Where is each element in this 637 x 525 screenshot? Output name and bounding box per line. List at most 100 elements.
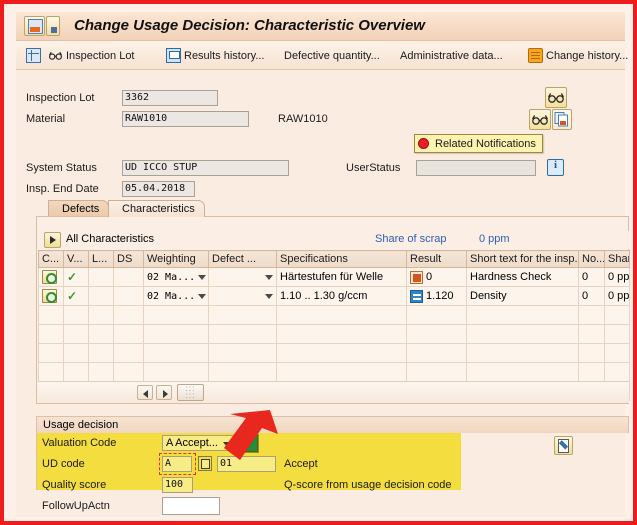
cell-l [88, 286, 114, 306]
chevron-down-icon[interactable] [198, 293, 207, 299]
edit-document-icon[interactable] [554, 436, 573, 455]
share-of-scrap-link[interactable]: Share of scrap [375, 233, 447, 245]
cell-share: 0 ppm [604, 267, 630, 287]
tab-strip: Defects Characteristics [36, 200, 616, 217]
table-row-empty[interactable] [38, 343, 630, 363]
table-row-empty[interactable] [38, 362, 630, 382]
col-defect[interactable]: Defect ... [208, 250, 277, 268]
result-value: 1.120 [426, 290, 454, 302]
toolbar-button-defective-quantity[interactable]: Defective quantity... [284, 46, 380, 65]
cell-short-text: Hardness Check [466, 267, 579, 287]
characteristics-table: C... V... L... DS Weighting Defect ... S… [38, 250, 630, 401]
arrow-left-icon[interactable] [137, 385, 153, 400]
weighting-value: 02 Ma... [147, 290, 196, 302]
col-specifications[interactable]: Specifications [276, 250, 407, 268]
related-notifications-tooltip: Related Notifications [414, 134, 543, 153]
col-no[interactable]: No... [578, 250, 605, 268]
characteristics-panel: All Characteristics Share of scrap 0 ppm… [36, 216, 630, 404]
valuation-ok-icon: ✓ [67, 270, 78, 284]
toolbar-label: Change history... [546, 49, 629, 62]
toolbar-label: Results history... [184, 49, 265, 62]
ud-code-field[interactable]: A [162, 456, 192, 472]
followup-action-label: FollowUpActn [42, 500, 110, 512]
insp-end-date-field[interactable]: 05.04.2018 [122, 181, 195, 197]
view-selector-label[interactable]: All Characteristics [66, 233, 154, 245]
cell-weighting[interactable]: 02 Ma... [143, 267, 209, 287]
inspection-lot-label: Inspection Lot [26, 92, 95, 104]
table-row[interactable]: ✓ 02 Ma... Härtestufen für Welle 0 Hardn… [38, 267, 630, 287]
tab-defects[interactable]: Defects [48, 200, 110, 217]
col-short-text[interactable]: Short text for the insp... [466, 250, 579, 268]
tab-characteristics[interactable]: Characteristics [108, 200, 205, 217]
cell-c[interactable] [38, 267, 64, 287]
notification-dot-icon [418, 138, 429, 149]
title-bar: Change Usage Decision: Characteristic Ov… [16, 12, 625, 41]
cell-v: ✓ [63, 286, 89, 306]
more-options-button[interactable]: :::::: [177, 384, 204, 401]
cell-defect[interactable] [208, 267, 277, 287]
annotation-arrow [224, 410, 278, 460]
scroll-icon [528, 48, 543, 63]
toolbar-button-results-history[interactable]: Results history... [166, 46, 265, 65]
table-row-empty[interactable] [38, 324, 630, 344]
toolbar-label: Defective quantity... [284, 49, 380, 62]
copy-document-button[interactable] [552, 109, 572, 130]
col-c[interactable]: C... [38, 250, 64, 268]
followup-action-field[interactable] [162, 497, 220, 515]
info-icon[interactable] [547, 159, 564, 176]
usage-decision-section: Usage decision Valuation Code A Accept..… [36, 416, 629, 516]
tab-label: Defects [62, 203, 100, 215]
page-title: Change Usage Decision: Characteristic Ov… [74, 17, 425, 34]
user-status-field[interactable] [416, 160, 536, 176]
cell-result: 0 [406, 267, 467, 287]
system-status-field[interactable]: UD ICCO STUP [122, 160, 289, 176]
measured-result-icon [410, 289, 423, 303]
col-weighting[interactable]: Weighting [143, 250, 209, 268]
ud-code-text: Accept [284, 458, 318, 470]
toolbar-button-administrative-data[interactable]: Administrative data... [400, 46, 503, 65]
toolbar-button-inspection-lot[interactable]: Inspection Lot [48, 46, 135, 65]
toolbar-button-change-history[interactable]: Change history... [528, 46, 628, 65]
sap-logo-icon[interactable] [24, 16, 45, 36]
table-row-empty[interactable] [38, 305, 630, 325]
share-of-scrap-value: 0 ppm [479, 233, 510, 245]
sap-window: Change Usage Decision: Characteristic Ov… [16, 12, 630, 517]
cell-weighting[interactable]: 02 Ma... [143, 286, 209, 306]
system-status-label: System Status [26, 162, 97, 174]
grid-toolbar: All Characteristics Share of scrap 0 ppm [38, 231, 629, 249]
cell-no: 0 [578, 267, 605, 287]
defect-result-icon [410, 270, 423, 284]
screenshot-root: Change Usage Decision: Characteristic Ov… [0, 0, 637, 525]
cell-result: 1.120 [406, 286, 467, 306]
cell-short-text: Density [466, 286, 579, 306]
col-share[interactable]: Shar.. [604, 250, 630, 268]
col-v[interactable]: V... [63, 250, 89, 268]
menu-arrow-icon[interactable] [46, 16, 60, 36]
usage-decision-title: Usage decision [36, 416, 629, 433]
expand-triangle-icon[interactable] [44, 232, 61, 248]
cell-defect[interactable] [208, 286, 277, 306]
arrow-right-icon[interactable] [156, 385, 172, 400]
inspection-lot-field[interactable]: 3362 [122, 90, 218, 106]
monitor-icon [166, 48, 181, 63]
quality-score-field[interactable]: 100 [162, 477, 193, 493]
magnifier-icon[interactable] [42, 289, 57, 303]
toolbar-button-grid[interactable] [26, 46, 44, 65]
chevron-down-icon[interactable] [198, 274, 207, 280]
cell-c[interactable] [38, 286, 64, 306]
quality-score-text: Q-score from usage decision code [284, 479, 452, 491]
material-glasses-button[interactable] [529, 109, 551, 130]
col-l[interactable]: L... [88, 250, 114, 268]
magnifier-icon[interactable] [42, 270, 57, 284]
inspection-lot-glasses-button[interactable] [545, 87, 567, 108]
col-result[interactable]: Result [406, 250, 467, 268]
material-field[interactable]: RAW1010 [122, 111, 249, 127]
col-ds[interactable]: DS [113, 250, 144, 268]
quality-score-label: Quality score [42, 479, 107, 491]
cell-no: 0 [578, 286, 605, 306]
cell-ds [113, 267, 144, 287]
table-row[interactable]: ✓ 02 Ma... 1.10 .. 1.30 g/ccm 1.120 Dens… [38, 286, 630, 306]
chevron-down-icon[interactable] [265, 274, 273, 280]
chevron-down-icon[interactable] [265, 293, 273, 299]
user-status-label: UserStatus [346, 162, 401, 174]
